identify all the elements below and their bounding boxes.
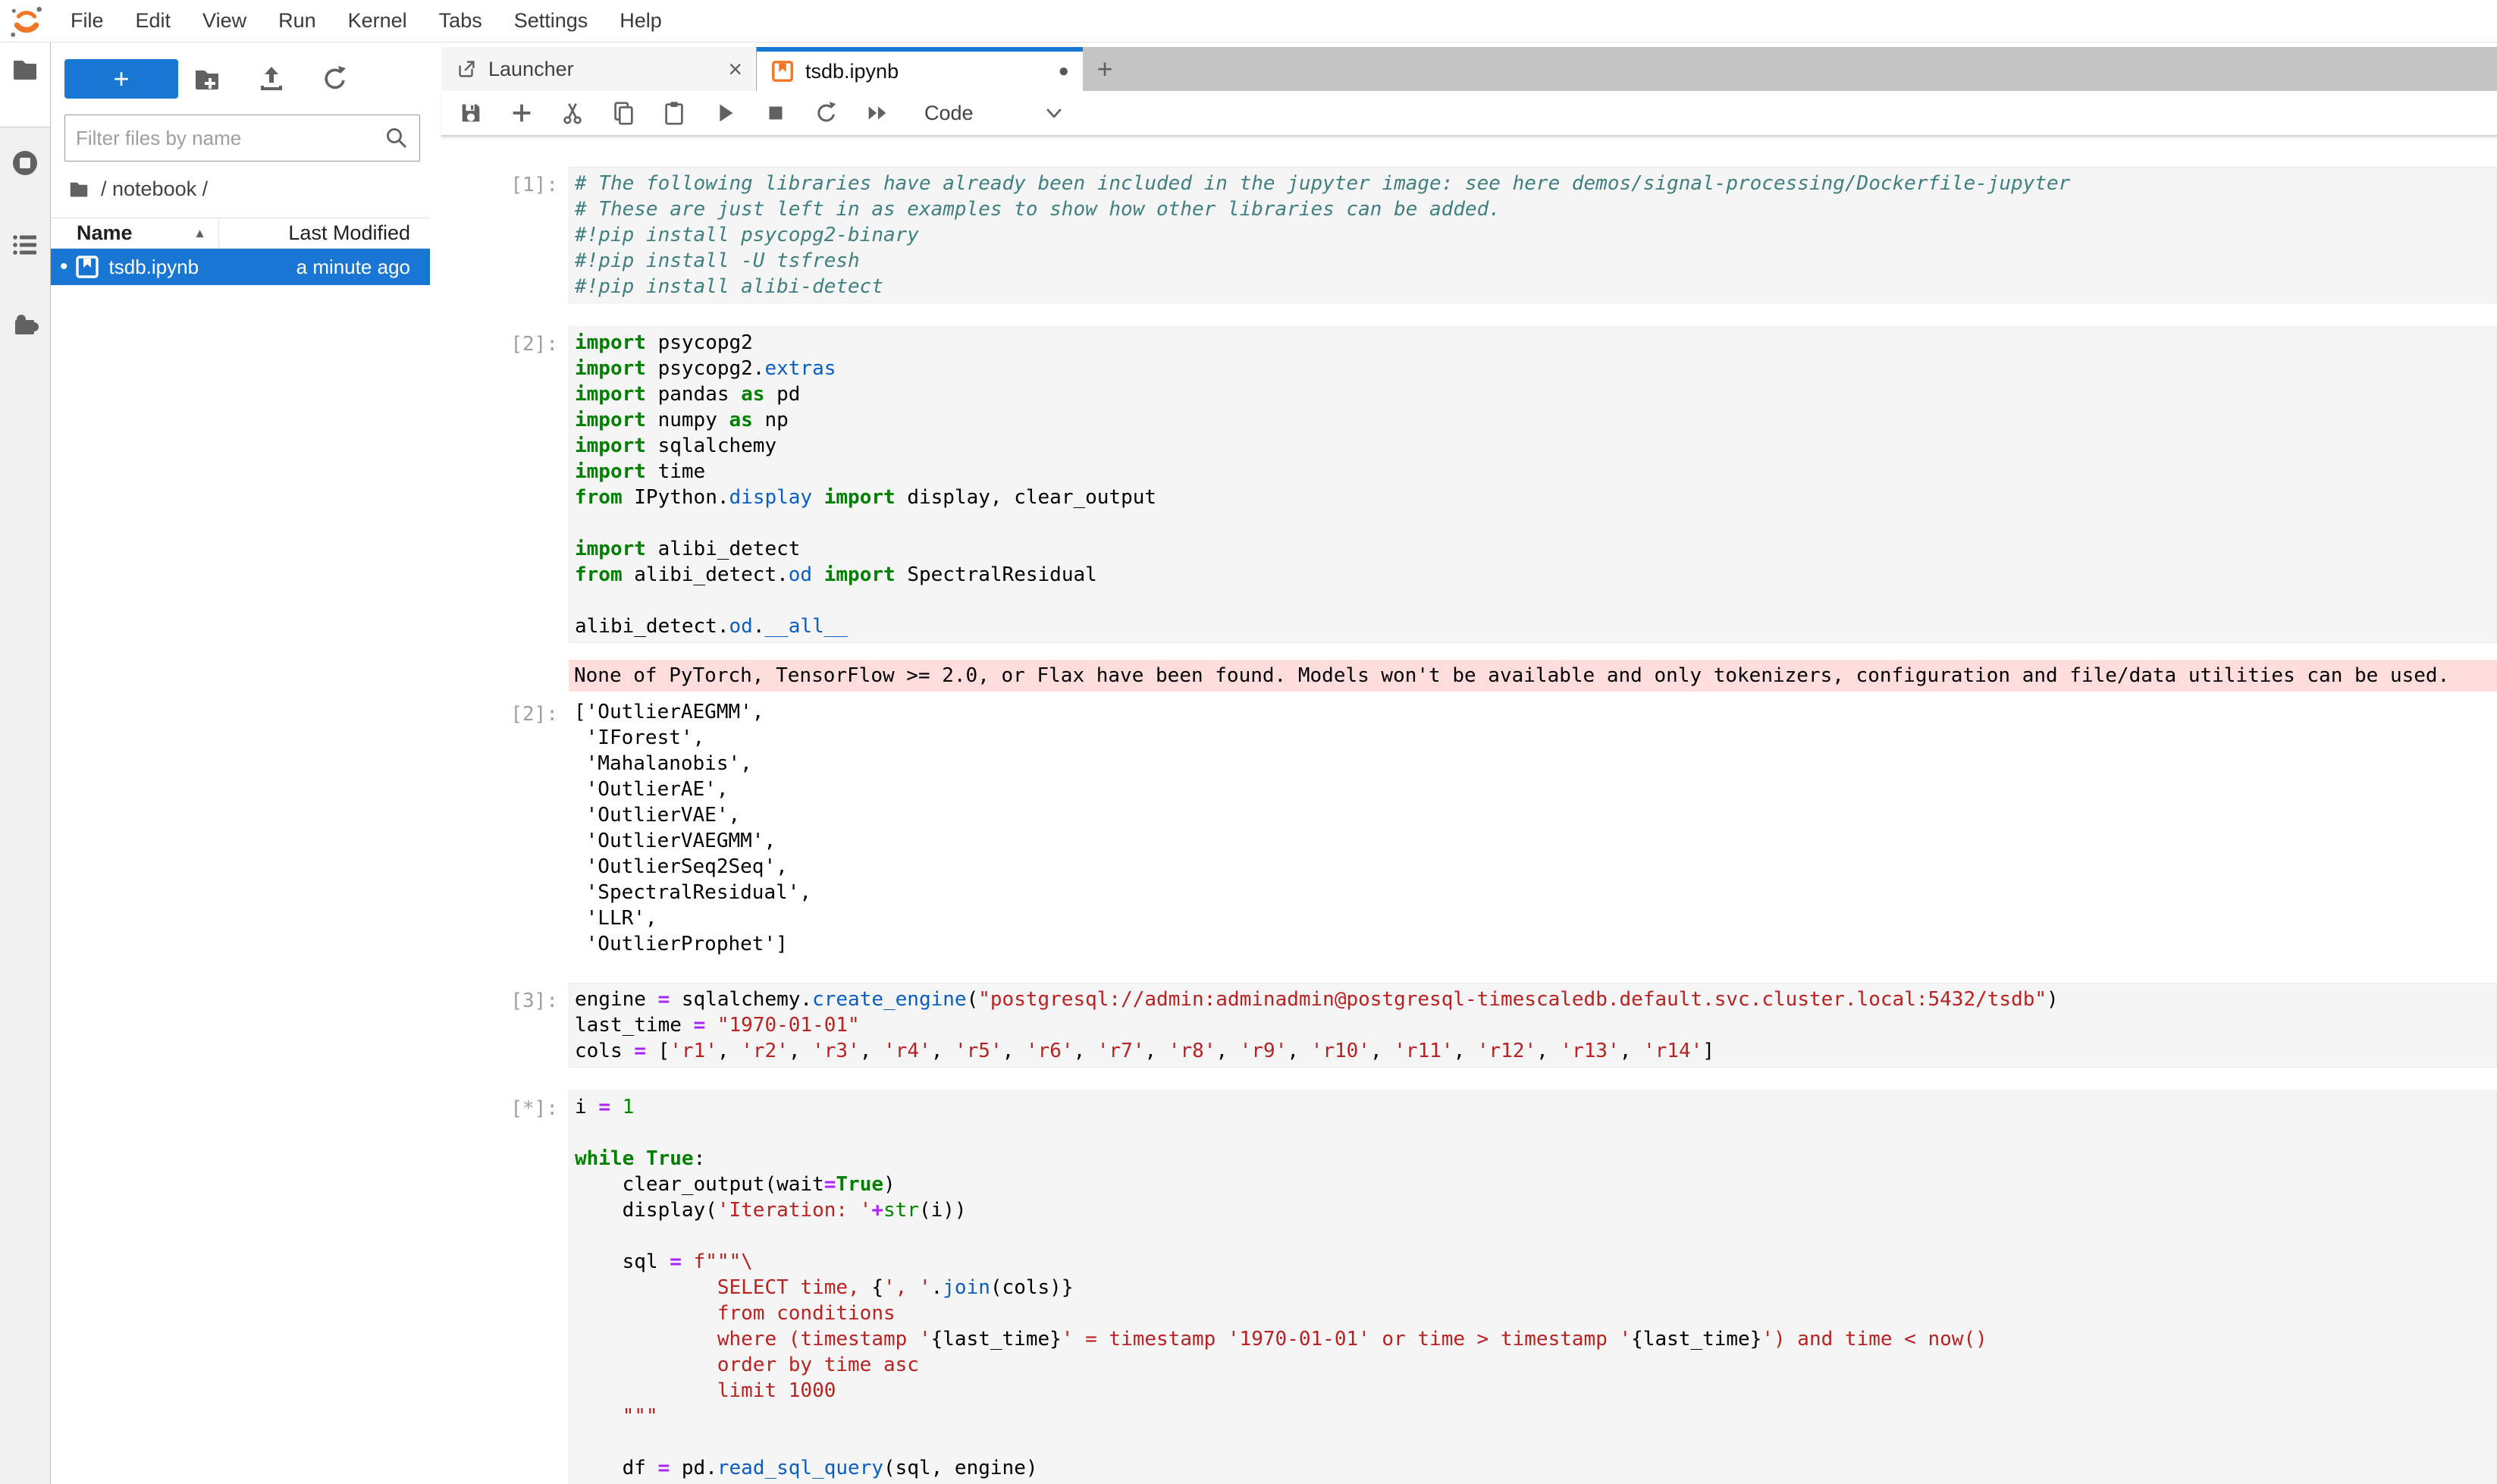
search-icon bbox=[384, 126, 409, 150]
notebook-cell[interactable]: [2]:import psycopg2import psycopg2.extra… bbox=[441, 326, 2497, 960]
notebook-cell[interactable]: [3]:engine = sqlalchemy.create_engine("p… bbox=[441, 983, 2497, 1068]
notebook-tab-icon bbox=[770, 59, 795, 83]
sort-ascending-icon: ▲ bbox=[193, 226, 206, 241]
launcher-icon bbox=[455, 58, 478, 80]
interrupt-kernel-icon[interactable] bbox=[763, 100, 789, 126]
file-browser-panel: + Filter files by name bbox=[51, 42, 430, 1484]
tab-dirty-dot: ● bbox=[1059, 61, 1070, 82]
activity-bar bbox=[0, 42, 51, 1484]
notebook-cell[interactable]: [*]:i = 1while True: clear_output(wait=T… bbox=[441, 1090, 2497, 1484]
code-editor[interactable]: import psycopg2import psycopg2.extrasimp… bbox=[569, 326, 2497, 643]
chevron-down-icon[interactable] bbox=[1043, 102, 1065, 124]
file-list-header: Name ▲ Last Modified bbox=[51, 218, 430, 249]
menu-item[interactable]: Settings bbox=[498, 9, 604, 33]
input-prompt: [*]: bbox=[441, 1090, 569, 1484]
tab-launcher[interactable]: Launcher × bbox=[441, 47, 757, 91]
panel-splitter[interactable] bbox=[430, 42, 441, 1484]
file-browser-toolbar: + bbox=[51, 42, 430, 115]
filter-placeholder: Filter files by name bbox=[76, 127, 384, 150]
code-editor[interactable]: engine = sqlalchemy.create_engine("postg… bbox=[569, 983, 2497, 1068]
file-browser-icon[interactable] bbox=[10, 54, 40, 84]
new-folder-icon[interactable] bbox=[192, 64, 222, 94]
column-header-name[interactable]: Name ▲ bbox=[51, 218, 219, 248]
copy-cells-icon[interactable] bbox=[610, 100, 636, 126]
menu-item[interactable]: Edit bbox=[120, 9, 187, 33]
output-prompt: [2]: bbox=[441, 696, 569, 960]
unsaved-indicator-dot: • bbox=[60, 256, 68, 278]
file-name: tsdb.ipynb bbox=[109, 256, 199, 279]
run-icon[interactable] bbox=[712, 100, 738, 126]
top-menu-bar: FileEditViewRunKernelTabsSettingsHelp bbox=[0, 0, 2497, 42]
input-prompt: [1]: bbox=[441, 167, 569, 303]
column-header-last-modified[interactable]: Last Modified bbox=[219, 221, 430, 245]
jupyter-logo bbox=[9, 4, 44, 39]
new-tab-button[interactable]: + bbox=[1083, 47, 1127, 91]
notebook-toolbar: Code bbox=[441, 91, 2497, 136]
execute-result: ['OutlierAEGMM', 'IForest', 'Mahalanobis… bbox=[569, 696, 2497, 960]
home-folder-icon[interactable] bbox=[67, 177, 90, 200]
input-prompt: [3]: bbox=[441, 983, 569, 1068]
tab-label: tsdb.ipynb bbox=[805, 60, 899, 83]
notebook-scroll-area[interactable]: [1]:# The following libraries have alrea… bbox=[441, 136, 2497, 1484]
menu-item[interactable]: Help bbox=[604, 9, 678, 33]
tab-notebook-active[interactable]: tsdb.ipynb ● bbox=[757, 47, 1083, 91]
main-area: Launcher × tsdb.ipynb ● + bbox=[441, 42, 2497, 1484]
file-modified-time: a minute ago bbox=[296, 256, 430, 279]
upload-icon[interactable] bbox=[256, 64, 287, 94]
menu-item[interactable]: View bbox=[187, 9, 262, 33]
code-editor[interactable]: i = 1while True: clear_output(wait=True)… bbox=[569, 1090, 2497, 1484]
notebook-cells: [1]:# The following libraries have alrea… bbox=[441, 167, 2497, 1484]
tab-close-icon[interactable]: × bbox=[728, 55, 742, 83]
file-row-selected[interactable]: • tsdb.ipynb a minute ago bbox=[51, 249, 430, 285]
notebook-cell[interactable]: [1]:# The following libraries have alrea… bbox=[441, 167, 2497, 303]
menu-item[interactable]: File bbox=[55, 9, 120, 33]
menu-item[interactable]: Tabs bbox=[423, 9, 498, 33]
restart-kernel-icon[interactable] bbox=[814, 100, 839, 126]
file-filter-input[interactable]: Filter files by name bbox=[64, 115, 420, 162]
save-icon[interactable] bbox=[458, 100, 484, 126]
running-kernels-icon[interactable] bbox=[10, 148, 40, 178]
refresh-icon[interactable] bbox=[320, 64, 350, 94]
menu-item[interactable]: Kernel bbox=[332, 9, 423, 33]
tab-label: Launcher bbox=[488, 58, 574, 81]
output-prompt-empty bbox=[441, 660, 569, 692]
code-editor[interactable]: # The following libraries have already b… bbox=[569, 167, 2497, 303]
restart-run-all-icon[interactable] bbox=[864, 100, 890, 126]
input-prompt: [2]: bbox=[441, 326, 569, 643]
paste-cells-icon[interactable] bbox=[661, 100, 687, 126]
cell-type-select[interactable]: Code bbox=[924, 102, 974, 125]
breadcrumb[interactable]: / notebook / bbox=[51, 174, 430, 204]
stderr-output: None of PyTorch, TensorFlow >= 2.0, or F… bbox=[569, 660, 2497, 692]
breadcrumb-path: / notebook / bbox=[101, 177, 208, 201]
new-launcher-button[interactable]: + bbox=[64, 59, 178, 99]
table-of-contents-icon[interactable] bbox=[10, 230, 40, 260]
menu-item[interactable]: Run bbox=[262, 9, 332, 33]
extensions-icon[interactable] bbox=[10, 309, 40, 339]
cut-cells-icon[interactable] bbox=[560, 100, 585, 126]
notebook-file-icon bbox=[74, 254, 100, 280]
add-cell-icon[interactable] bbox=[509, 100, 535, 126]
menubar: FileEditViewRunKernelTabsSettingsHelp bbox=[55, 0, 678, 42]
dock-tab-bar: Launcher × tsdb.ipynb ● + bbox=[441, 47, 2497, 91]
